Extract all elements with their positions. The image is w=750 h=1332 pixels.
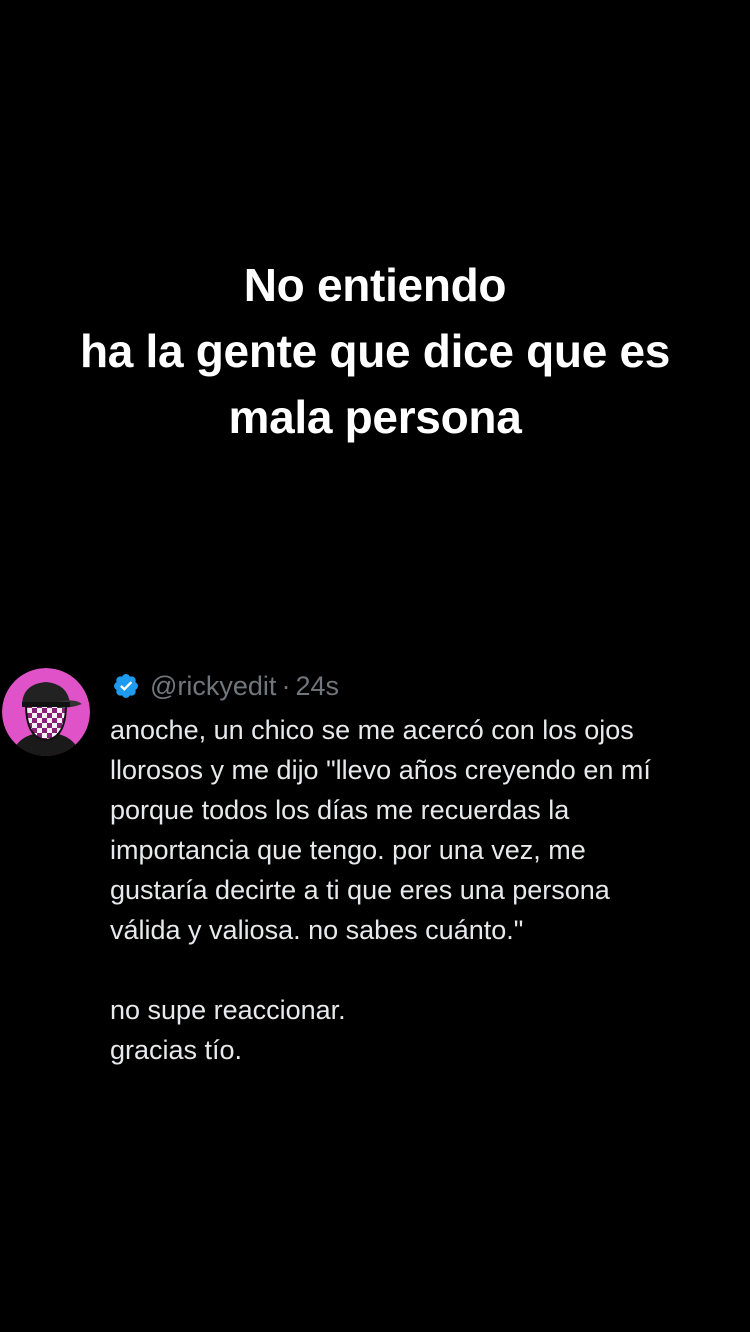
tweet-time[interactable]: 24s	[295, 671, 339, 702]
tweet-line: gracias tío.	[110, 1035, 243, 1065]
tweet-card[interactable]: @rickyedit · 24s anoche, un chico se me …	[0, 662, 750, 1082]
tweet-handle[interactable]: @rickyedit	[150, 671, 276, 702]
caption-line: No entiendo	[243, 259, 507, 311]
tweet-line: no supe reaccionar.	[110, 995, 346, 1025]
avatar-pink-checkered-face-icon	[2, 668, 90, 756]
tweet-line: porque todos los días me recuerdas la	[110, 795, 570, 825]
tweet-meta: @rickyedit · 24s	[112, 666, 339, 706]
caption-line: mala persona	[228, 391, 522, 443]
tweet-line: válida y valiosa. no sabes cuánto."	[110, 915, 524, 945]
video-caption: No entiendo ha la gente que dice que es …	[0, 252, 750, 450]
caption-line: ha la gente que dice que es	[79, 325, 671, 377]
verified-badge-icon	[114, 674, 138, 698]
tweet-body: anoche, un chico se me acercó con los oj…	[110, 710, 740, 1070]
tweet-line: gustaría decirte a ti que eres una perso…	[110, 875, 610, 905]
tweet-line: anoche, un chico se me acercó con los oj…	[110, 715, 634, 745]
tweet-line: llorosos y me dijo "llevo años creyendo …	[110, 755, 651, 785]
meta-separator: ·	[281, 670, 291, 701]
tweet-line: importancia que tengo. por una vez, me	[110, 835, 586, 865]
avatar[interactable]	[2, 668, 90, 756]
